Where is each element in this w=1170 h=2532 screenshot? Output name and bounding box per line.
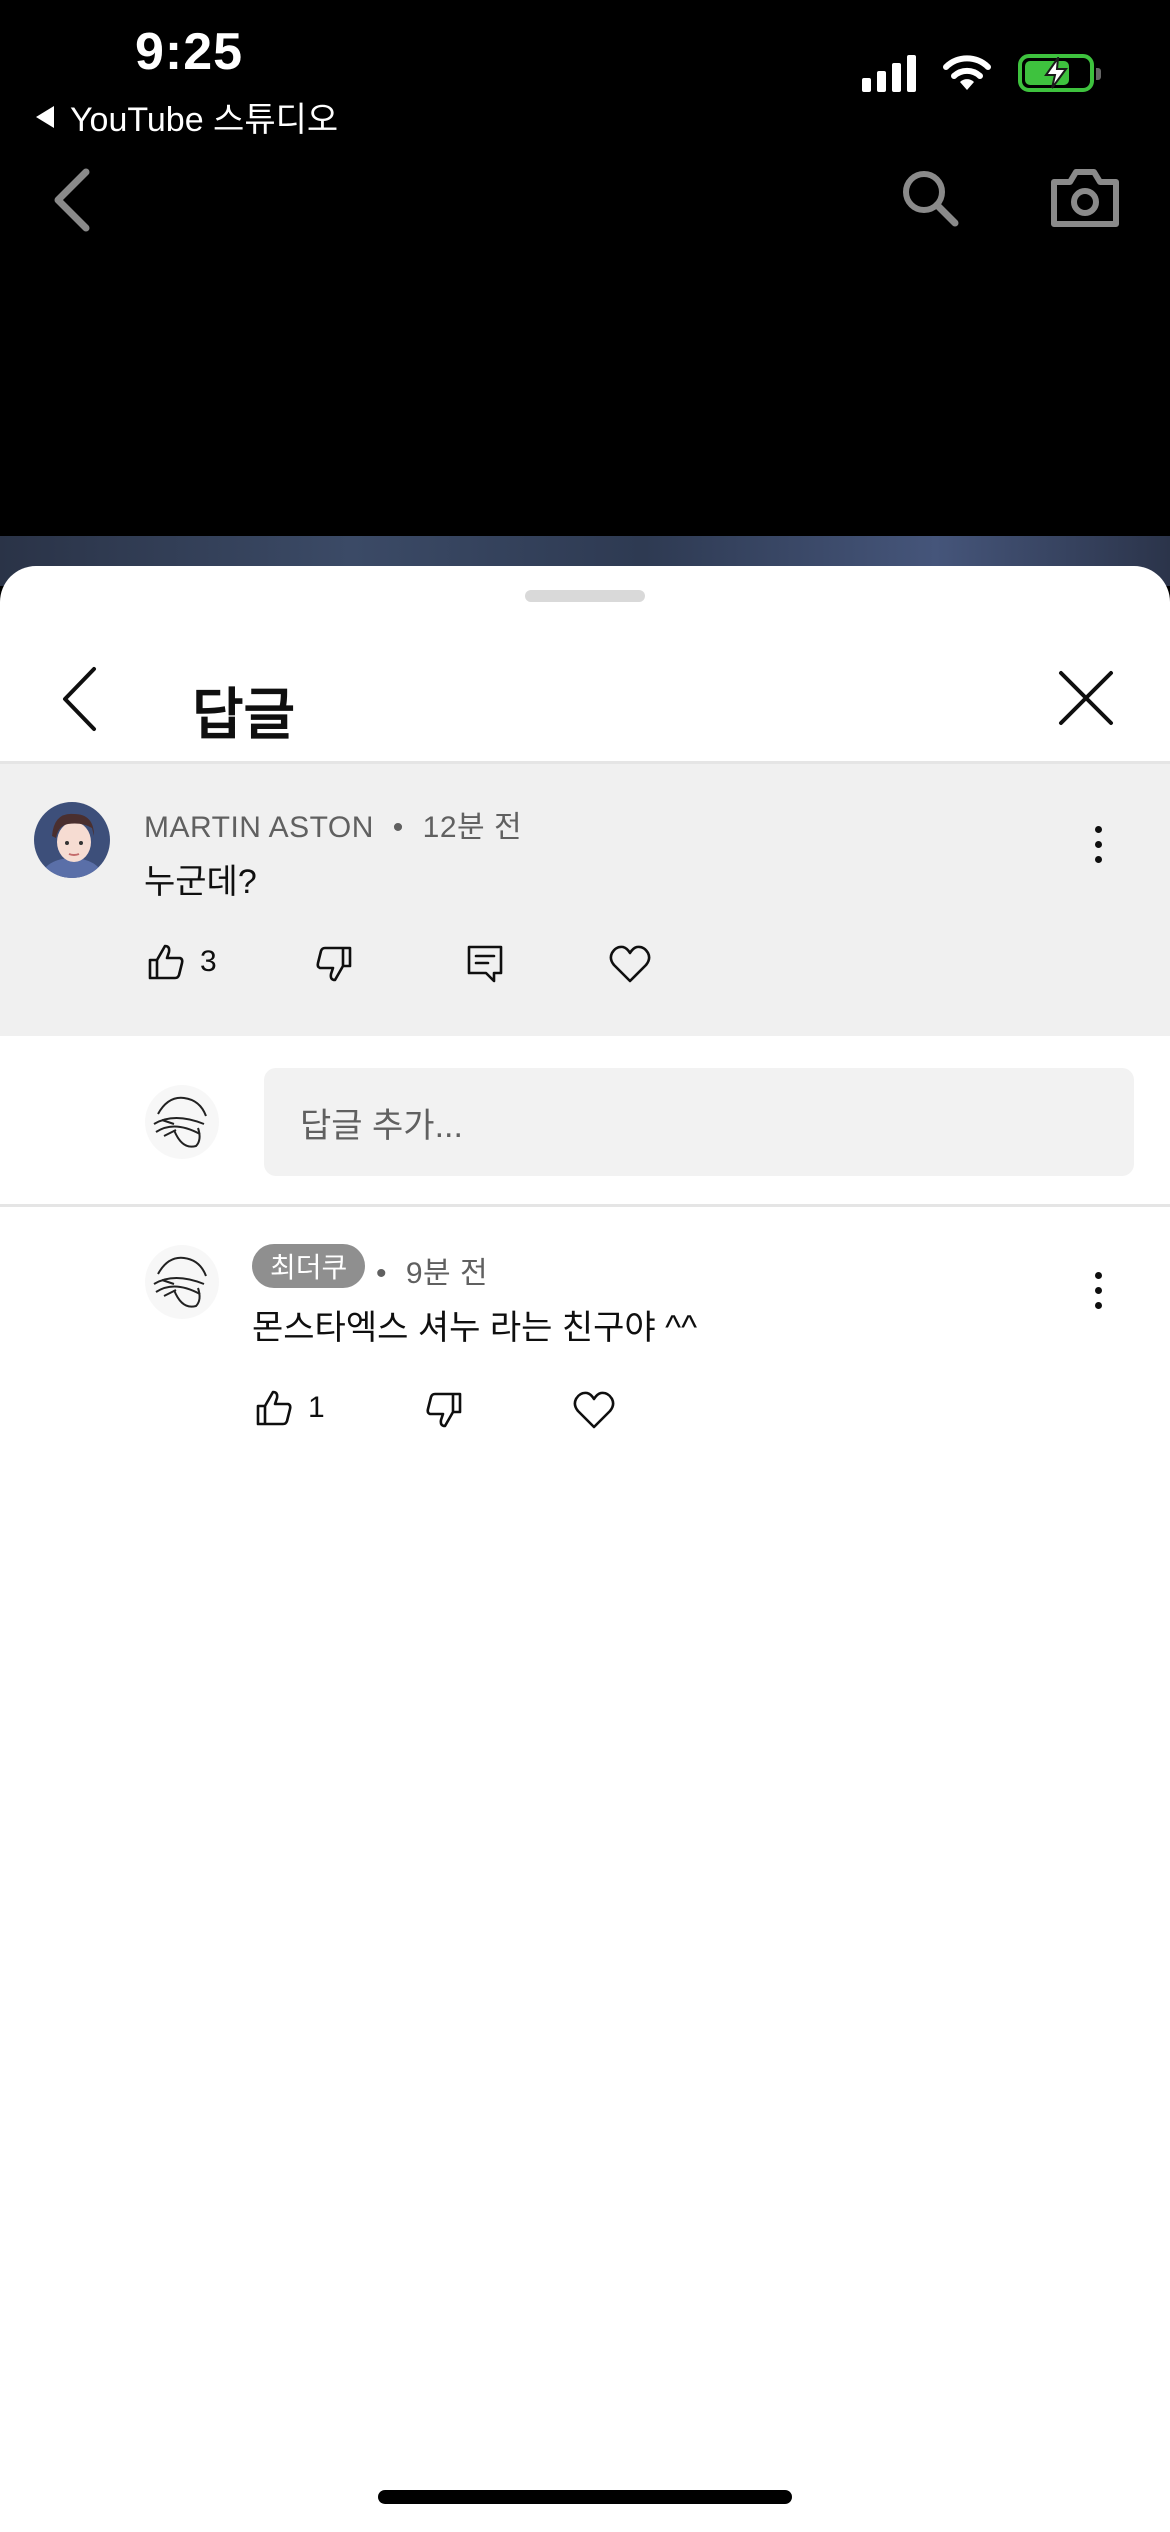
reply-like-count: 1 xyxy=(308,1391,325,1424)
thumbs-down-icon xyxy=(426,1392,462,1428)
heart-icon xyxy=(573,1391,615,1429)
reply-more-button[interactable] xyxy=(1078,1260,1118,1320)
camera-icon xyxy=(1051,169,1119,227)
screen: 9:25 YouTube 스튜디오 답글 MARTIN ASTON • 12분 … xyxy=(0,0,1170,2532)
video-camera-button[interactable] xyxy=(1050,166,1120,233)
input-divider xyxy=(0,1204,1170,1207)
reply-meta: • 9분 전 xyxy=(376,1248,488,1292)
parent-like-button[interactable]: 3 xyxy=(146,942,217,982)
parent-author-avatar[interactable] xyxy=(34,802,110,878)
video-back-button[interactable] xyxy=(50,168,94,237)
reply-dislike-button[interactable] xyxy=(424,1390,464,1430)
sheet-back-button[interactable] xyxy=(60,666,100,737)
chevron-left-icon xyxy=(63,667,96,731)
parent-comment-time: 12분 전 xyxy=(422,811,523,844)
replies-sheet: 답글 MARTIN ASTON • 12분 전 누군데? 3 답글 추가... … xyxy=(0,566,1170,2532)
reply-text: 몬스타엑스 셔누 라는 친구야 ^^ xyxy=(252,1309,698,1347)
meta-separator: • xyxy=(392,811,404,844)
reply-like-button[interactable]: 1 xyxy=(254,1388,325,1428)
parent-comment: MARTIN ASTON • 12분 전 누군데? 3 xyxy=(0,764,1170,1036)
video-search-button[interactable] xyxy=(900,168,960,233)
back-to-app-link[interactable]: YouTube 스튜디오 xyxy=(36,92,338,141)
search-icon xyxy=(903,171,959,227)
add-reply-placeholder: 답글 추가... xyxy=(300,1106,463,1145)
home-indicator[interactable] xyxy=(378,2490,792,2504)
add-reply-input[interactable]: 답글 추가... xyxy=(264,1068,1134,1176)
parent-reply-button[interactable] xyxy=(466,944,504,984)
parent-author-name[interactable]: MARTIN ASTON xyxy=(144,811,374,844)
back-triangle-icon xyxy=(36,105,54,128)
parent-heart-button[interactable] xyxy=(608,944,652,984)
reply-author-avatar[interactable] xyxy=(144,1244,220,1320)
reply-time: 9분 전 xyxy=(405,1257,489,1290)
reply-author-badge[interactable]: 최더쿠 xyxy=(252,1244,366,1288)
sheet-title: 답글 xyxy=(192,683,296,746)
current-user-avatar xyxy=(144,1084,220,1160)
parent-comment-meta: MARTIN ASTON • 12분 전 xyxy=(144,802,522,846)
sheet-header: 답글 xyxy=(0,636,1170,762)
close-icon xyxy=(1059,671,1113,725)
sheet-close-button[interactable] xyxy=(1058,670,1114,731)
parent-dislike-button[interactable] xyxy=(314,944,354,984)
meta-separator: • xyxy=(376,1257,388,1290)
battery-charging-icon xyxy=(1018,54,1101,92)
parent-like-count: 3 xyxy=(200,945,217,978)
comment-icon xyxy=(467,945,503,983)
status-indicators xyxy=(862,54,1101,92)
thumbs-up-icon xyxy=(148,944,184,980)
status-time: 9:25 xyxy=(135,23,244,81)
heart-icon xyxy=(609,945,651,983)
cellular-signal-icon xyxy=(862,54,916,92)
thumbs-up-icon xyxy=(256,1390,292,1426)
thumbs-down-icon xyxy=(316,946,352,982)
back-to-app-label: YouTube 스튜디오 xyxy=(70,101,339,139)
wifi-icon xyxy=(943,55,991,90)
parent-comment-more-button[interactable] xyxy=(1078,814,1118,874)
chevron-left-icon xyxy=(54,168,90,232)
drag-handle[interactable] xyxy=(525,590,645,602)
parent-comment-text: 누군데? xyxy=(144,863,257,901)
reply-heart-button[interactable] xyxy=(572,1390,616,1430)
